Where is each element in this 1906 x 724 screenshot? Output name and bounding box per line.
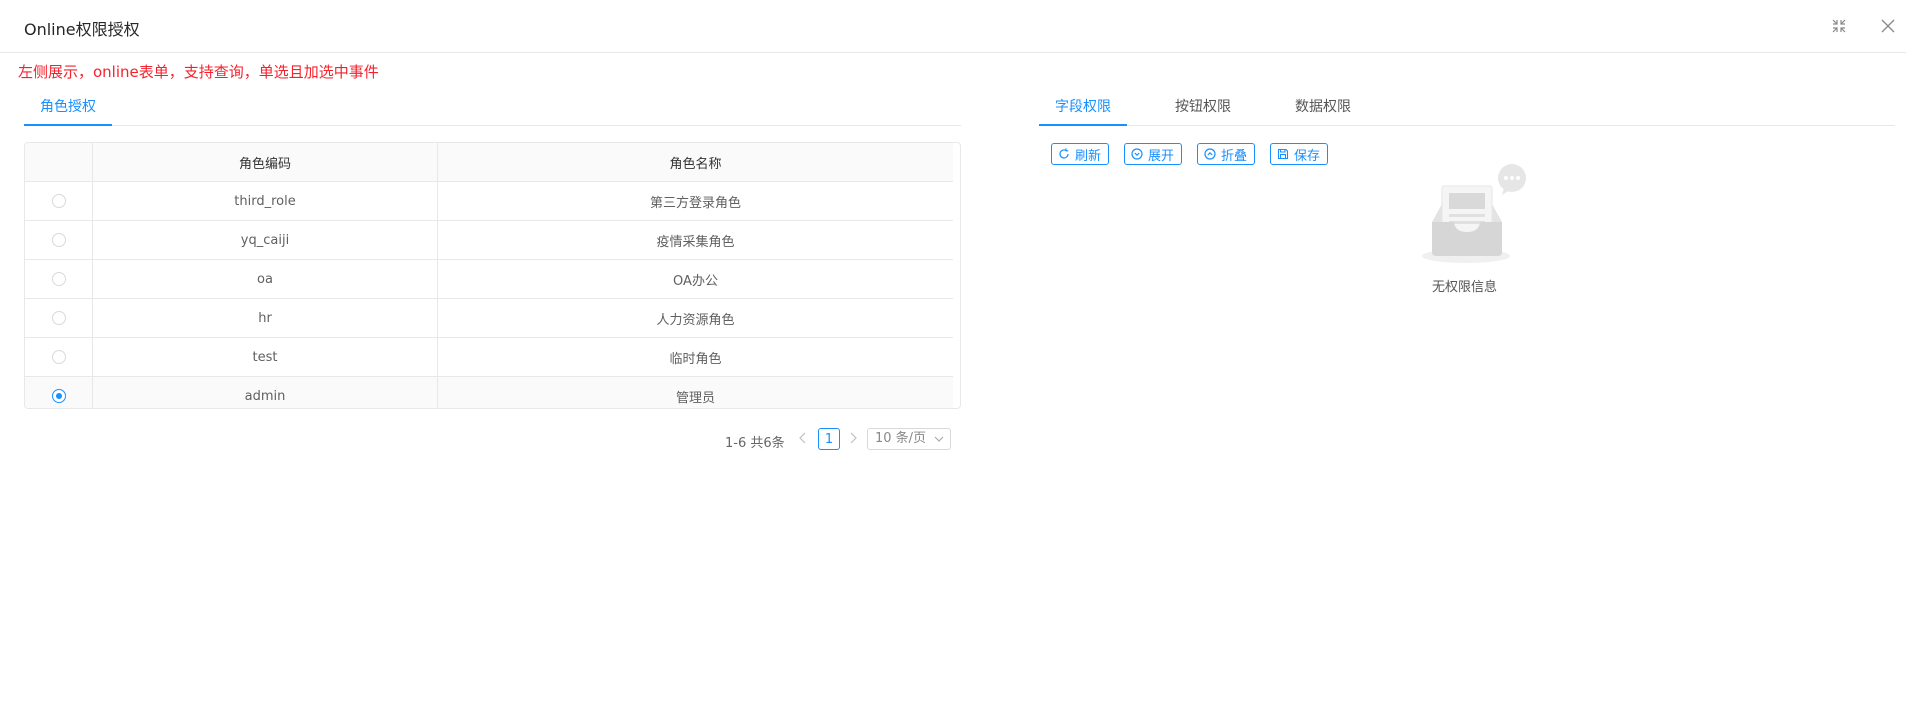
tab-data-permission[interactable]: 数据权限 <box>1295 96 1351 116</box>
table-row[interactable]: third_role 第三方登录角色 <box>25 181 953 221</box>
role-name-cell: 人力资源角色 <box>437 298 953 338</box>
empty-text: 无权限信息 <box>1432 280 1498 295</box>
save-button[interactable]: 保存 <box>1270 143 1329 165</box>
column-header-name: 角色名称 <box>437 143 953 182</box>
expand-label: 展开 <box>1148 148 1175 164</box>
page-size-value: 10 条/页 <box>875 431 927 446</box>
expand-button[interactable]: 展开 <box>1124 143 1183 165</box>
refresh-label: 刷新 <box>1075 148 1102 164</box>
collapse-icon <box>1204 148 1216 160</box>
role-code-cell: oa <box>92 259 438 299</box>
page-number-button[interactable]: 1 <box>818 428 840 450</box>
table-row[interactable]: test 临时角色 <box>25 337 953 377</box>
pagination-total: 1-6 共6条 <box>725 436 785 451</box>
tab-ink <box>1039 124 1127 126</box>
select-column-header <box>25 143 93 182</box>
row-radio[interactable] <box>51 350 66 364</box>
empty-inbox-icon <box>1420 164 1532 272</box>
table-row[interactable]: hr 人力资源角色 <box>25 298 953 338</box>
table-row-selected[interactable]: admin 管理员 <box>25 376 953 408</box>
chevron-down-icon <box>934 429 944 456</box>
chevron-right-icon[interactable] <box>848 431 858 449</box>
tab-field-permission[interactable]: 字段权限 <box>1055 96 1111 116</box>
compress-icon[interactable] <box>1828 15 1850 37</box>
role-name-cell: OA办公 <box>437 259 953 299</box>
pagination: 1-6 共6条 1 10 条/页 <box>0 428 961 452</box>
left-tabs: 角色授权 <box>24 84 961 126</box>
modal-title: Online权限授权 <box>24 20 140 39</box>
table-header-row: 角色编码 角色名称 <box>25 143 953 182</box>
row-radio[interactable] <box>51 311 66 325</box>
role-code-cell: test <box>92 337 438 377</box>
row-radio-checked[interactable] <box>51 389 66 403</box>
tab-ink <box>24 124 112 126</box>
role-name-cell: 疫情采集角色 <box>437 220 953 260</box>
chevron-left-icon[interactable] <box>798 431 808 449</box>
role-name-cell: 临时角色 <box>437 337 953 377</box>
modal-header: Online权限授权 <box>0 0 1906 53</box>
save-label: 保存 <box>1294 148 1321 164</box>
role-table: 角色编码 角色名称 third_role 第三方登录角色 yq_caiji 疫情… <box>24 142 961 409</box>
collapse-label: 折叠 <box>1221 148 1248 164</box>
table-row[interactable]: yq_caiji 疫情采集角色 <box>25 220 953 260</box>
role-code-cell: hr <box>92 298 438 338</box>
save-icon <box>1277 148 1289 160</box>
row-radio[interactable] <box>51 272 66 286</box>
page-size-select[interactable]: 10 条/页 <box>867 428 951 450</box>
row-radio[interactable] <box>51 233 66 247</box>
expand-icon <box>1131 148 1143 160</box>
table-row[interactable]: oa OA办公 <box>25 259 953 299</box>
column-header-code: 角色编码 <box>92 143 438 182</box>
role-code-cell: admin <box>92 376 438 408</box>
right-tabs: 字段权限 按钮权限 数据权限 <box>1039 84 1895 126</box>
refresh-icon <box>1058 148 1070 160</box>
tab-role-auth[interactable]: 角色授权 <box>40 96 96 116</box>
collapse-button[interactable]: 折叠 <box>1197 143 1256 165</box>
row-radio[interactable] <box>51 194 66 208</box>
role-code-cell: yq_caiji <box>92 220 438 260</box>
role-name-cell: 第三方登录角色 <box>437 181 953 221</box>
close-icon[interactable] <box>1877 15 1899 37</box>
role-code-cell: third_role <box>92 181 438 221</box>
notice-text: 左侧展示，online表单，支持查询，单选且加选中事件 <box>18 63 379 81</box>
tab-button-permission[interactable]: 按钮权限 <box>1175 96 1231 116</box>
role-name-cell: 管理员 <box>437 376 953 408</box>
refresh-button[interactable]: 刷新 <box>1051 143 1110 165</box>
